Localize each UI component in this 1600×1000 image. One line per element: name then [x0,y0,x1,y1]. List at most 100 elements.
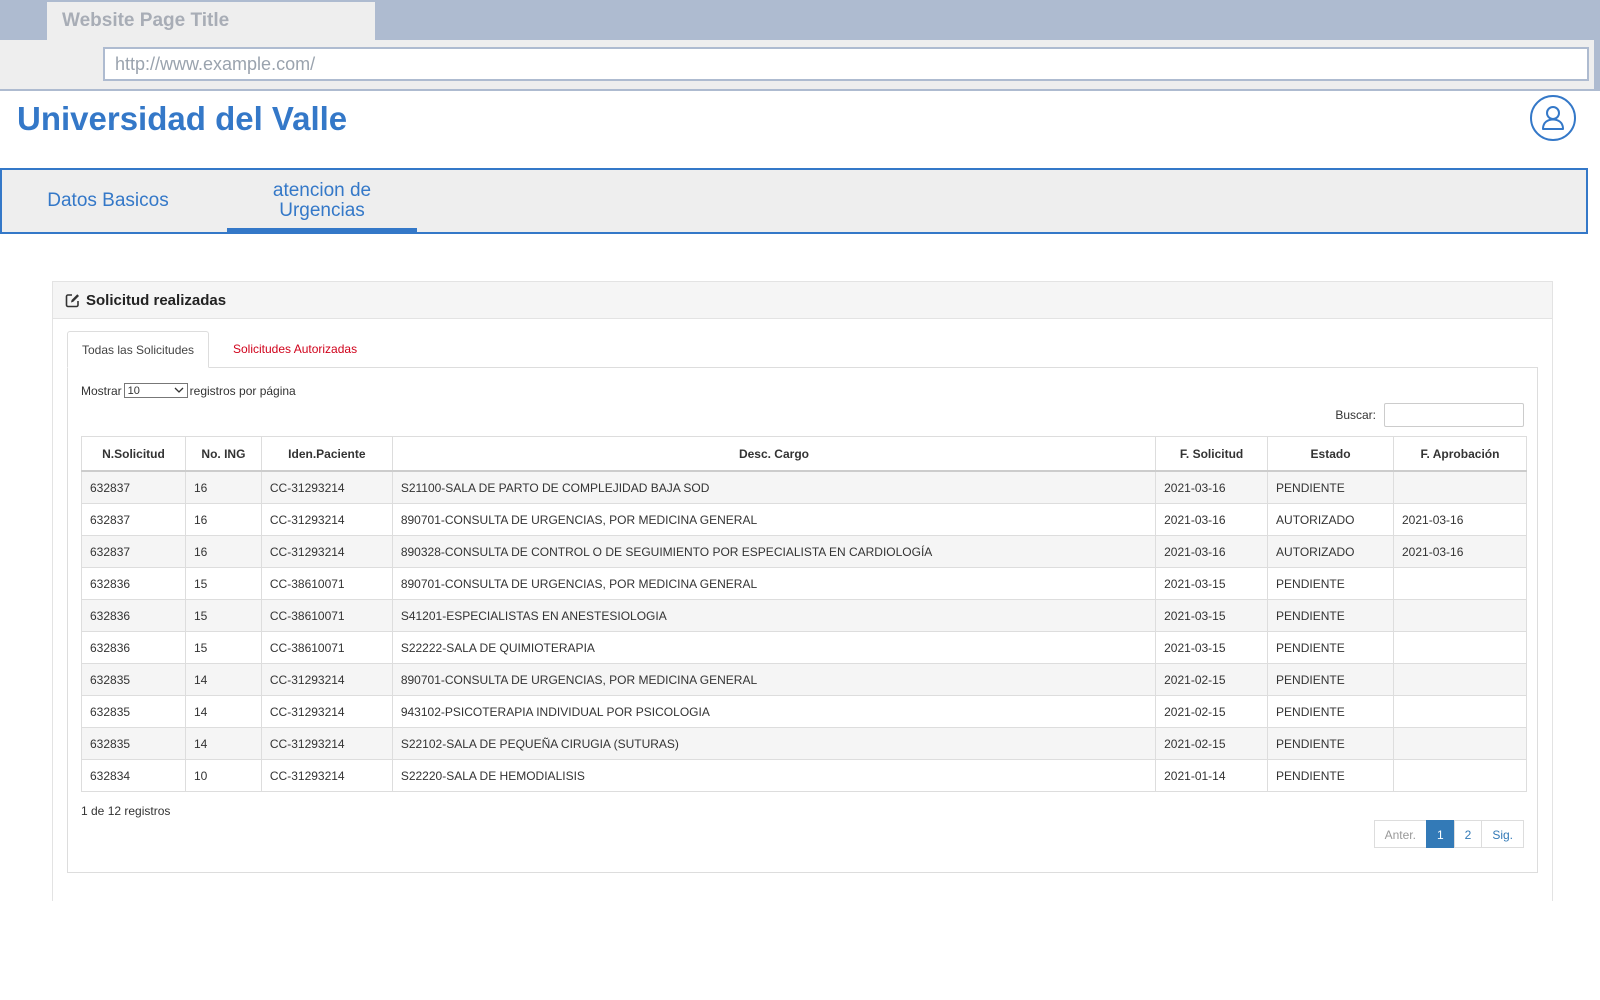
column-header[interactable]: No. ING [184,436,262,472]
column-header[interactable]: Estado [1267,436,1394,472]
browser-tab[interactable]: Website Page Title [47,2,375,40]
table-cell: 2021-03-16 [1393,503,1527,536]
table-cell: 632835 [81,695,186,728]
main-nav: Datos Basicos atencion de Urgencias [0,168,1588,234]
table-row[interactable]: 632837 16 CC-31293214 890328-CONSULTA DE CO… [81,535,1527,568]
table-cell: 14 [184,727,262,760]
table-cell: 14 [184,663,262,696]
table-row[interactable]: 632836 15 CC-38610071 S41201-ESPECIALISTAS … [81,599,1527,632]
table-cell: PENDIENTE [1267,470,1394,504]
table-cell: 2021-02-15 [1155,695,1269,728]
column-header[interactable]: Desc. Cargo [391,436,1157,472]
table-row[interactable]: 632836 15 CC-38610071 890701-CONSULTA DE UR… [81,567,1527,600]
chevron-down-icon [174,387,184,393]
table-cell: 16 [184,503,262,536]
tab-label-line1: atencion de [272,180,372,201]
table-cell [1393,599,1527,632]
table-cell: 632836 [81,599,186,632]
table-cell: S22220-SALA DE HEMODIALISIS [391,759,1157,792]
table-cell: PENDIENTE [1267,567,1394,600]
pagination-page-2[interactable]: 2 [1453,820,1483,848]
table-cell: PENDIENTE [1267,663,1394,696]
subtabs: Todas las Solicitudes Solicitudes Autori… [67,331,1538,368]
table-cell [1393,631,1527,664]
table-header-row: N.Solicitud No. ING Iden.Paciente Desc. Car… [81,436,1527,472]
url-input[interactable]: http://www.example.com/ [103,47,1589,81]
edit-icon [65,293,79,307]
table-cell: S22222-SALA DE QUIMIOTERAPIA [391,631,1157,664]
tab-todas-solicitudes[interactable]: Todas las Solicitudes [67,331,210,368]
table-cell: 632835 [81,727,186,760]
tab-datos-basicos[interactable]: Datos Basicos [22,170,194,232]
records-info: 1 de 12 registros [81,804,171,818]
page-length-value: 10 [127,384,140,397]
browser-address-bar: http://www.example.com/ [0,40,1600,91]
table-cell: 890701-CONSULTA DE URGENCIAS, POR MEDICI… [391,567,1157,600]
page-length-select[interactable]: 10 [123,383,188,398]
table-cell: CC-38610071 [260,567,393,600]
column-header[interactable]: F. Aprobación [1393,436,1527,472]
length-suffix: registros por página [189,383,296,398]
browser-edge [1594,40,1600,91]
table-cell: S41201-ESPECIALISTAS EN ANESTESIOLOGIA [391,599,1157,632]
column-header[interactable]: F. Solicitud [1155,436,1269,472]
table-row[interactable]: 632835 14 CC-31293214 890701-CONSULTA DE UR… [81,663,1527,696]
table-cell: 14 [184,695,262,728]
table-row[interactable]: 632834 10 CC-31293214 S22220-SALA DE HEMODI… [81,759,1527,792]
pagination-page-1[interactable]: 1 [1425,820,1455,848]
table-row[interactable]: 632836 15 CC-38610071 S22222-SALA DE QUIMIO… [81,631,1527,664]
table-cell: 2021-02-15 [1155,663,1269,696]
tab-label: Datos Basicos [47,190,169,211]
tab-solicitudes-autorizadas[interactable]: Solicitudes Autorizadas [219,331,371,367]
table-cell: CC-31293214 [260,470,393,504]
table-cell: 16 [184,535,262,568]
user-icon [1542,106,1564,130]
table-cell: 2021-03-15 [1155,599,1269,632]
table-cell: S21100-SALA DE PARTO DE COMPLEJIDAD BAJA… [391,470,1157,504]
table-cell: CC-38610071 [260,599,393,632]
table-cell [1393,663,1527,696]
search-control: Buscar: [1335,403,1524,427]
table-cell: PENDIENTE [1267,727,1394,760]
table-cell [1393,727,1527,760]
table-cell [1393,695,1527,728]
table-cell: 890701-CONSULTA DE URGENCIAS, POR MEDICI… [391,503,1157,536]
table-cell: PENDIENTE [1267,695,1394,728]
table-row[interactable]: 632837 16 CC-31293214 890701-CONSULTA DE UR… [81,503,1527,536]
table-cell: 890328-CONSULTA DE CONTROL O DE SEGUIMIE… [391,535,1157,568]
table-cell: PENDIENTE [1267,759,1394,792]
pagination: Anter. 1 2 Sig. [1373,820,1524,848]
column-header[interactable]: N.Solicitud [81,436,186,472]
browser-tabstrip: Website Page Title [0,0,1600,40]
table-cell: 16 [184,470,262,504]
table-cell: 15 [184,631,262,664]
table-cell: 2021-03-16 [1155,535,1269,568]
table-cell [1393,567,1527,600]
table-row[interactable]: 632835 14 CC-31293214 S22102-SALA DE PEQUEÑ… [81,727,1527,760]
user-button[interactable] [1530,95,1576,141]
page-length-control: Mostrar 10 registros por página [81,383,296,398]
table-row[interactable]: 632837 16 CC-31293214 S21100-SALA DE PARTO … [81,470,1527,504]
tab-label: atencion de Urgencias [273,181,371,221]
tab-content: Mostrar 10 registros por página Buscar: [67,367,1538,873]
search-input[interactable] [1384,403,1524,427]
table-cell: CC-31293214 [260,503,393,536]
column-header[interactable]: Iden.Paciente [260,436,393,472]
table-cell: 632835 [81,663,186,696]
table-row[interactable]: 632835 14 CC-31293214 943102-PSICOTERAPIA I… [81,695,1527,728]
table-cell: CC-31293214 [260,759,393,792]
tab-atencion-urgencias[interactable]: atencion de Urgencias [227,170,417,232]
table-cell: 2021-03-15 [1155,567,1269,600]
solicitudes-panel: Solicitud realizadas Todas las Solicitud… [52,281,1553,901]
length-prefix: Mostrar [81,383,122,398]
pagination-next[interactable]: Sig. [1481,820,1524,848]
table-cell: PENDIENTE [1267,631,1394,664]
table-cell: CC-31293214 [260,663,393,696]
panel-title: Solicitud realizadas [86,291,227,309]
pagination-prev[interactable]: Anter. [1373,820,1427,848]
table-cell: CC-31293214 [260,727,393,760]
panel-heading: Solicitud realizadas [53,282,1552,319]
table-cell: PENDIENTE [1267,599,1394,632]
table-cell: 943102-PSICOTERAPIA INDIVIDUAL POR PSICO… [391,695,1157,728]
table-cell: 632837 [81,535,186,568]
